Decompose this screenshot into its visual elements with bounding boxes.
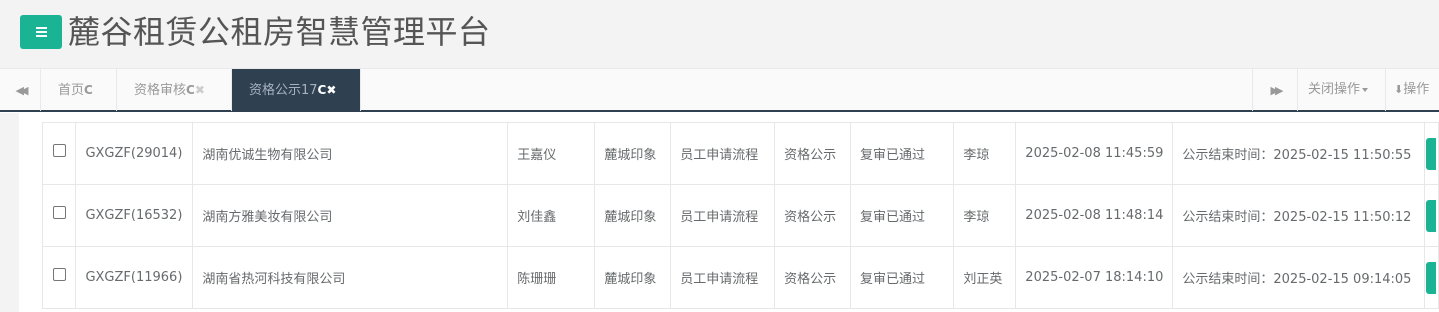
project-name: 麓城印象 — [594, 122, 672, 185]
review-status: 复审已通过 — [849, 122, 955, 185]
tab-label: 资格公示17 — [249, 83, 318, 98]
publicity-end-time: 公示结束时间：2025-02-15 11:50:55 — [1172, 122, 1426, 185]
tab-scroll-right-button[interactable]: ▶▶ — [1252, 69, 1297, 111]
submit-time: 2025-02-08 11:48:14 — [1015, 184, 1174, 247]
action-cell — [1424, 246, 1439, 309]
row-action-button[interactable] — [1426, 262, 1437, 294]
publicity-end-time: 公示结束时间：2025-02-15 11:50:12 — [1172, 184, 1426, 247]
top-header: 麓谷租赁公租房智慧管理平台 — [0, 0, 1439, 68]
applicant-name: 陈珊珊 — [507, 246, 596, 309]
review-status: 复审已通过 — [849, 246, 955, 309]
table-panel: GXGZF(29014) 湖南优诚生物有限公司 王嘉仪 麓城印象 员工申请流程 资格公示复… — [19, 113, 1439, 312]
tab-label: 首页 — [58, 83, 85, 98]
stage-name: 资格公示 — [774, 184, 851, 247]
project-name: 麓城印象 — [594, 184, 672, 247]
publicity-table: GXGZF(29014) 湖南优诚生物有限公司 王嘉仪 麓城印象 员工申请流程 资格公示复… — [41, 122, 1439, 309]
tab-qualification-review[interactable]: 资格审核C✖ — [117, 69, 232, 111]
close-operations-label: 关闭操作 — [1308, 82, 1361, 97]
flow-name: 员工申请流程 — [670, 246, 776, 309]
tab-label: 资格审核 — [134, 83, 187, 98]
handler-name: 李琼 — [953, 184, 1017, 247]
menu-toggle-button[interactable] — [20, 15, 62, 49]
menu-icon-bar — [36, 35, 47, 37]
stage-name: 资格公示 — [774, 122, 851, 185]
checkbox-cell — [41, 184, 77, 247]
table-row: GXGZF(16532) 湖南方雅美妆有限公司 刘佳鑫 麓城印象 员工申请流程 资格公示复… — [41, 184, 1439, 247]
table-row: GXGZF(29014) 湖南优诚生物有限公司 王嘉仪 麓城印象 员工申请流程 资格公示复… — [41, 122, 1439, 185]
submit-time: 2025-02-07 18:14:10 — [1015, 246, 1174, 309]
tab-bar: ◀◀ 首页C 资格审核C✖ 资格公示17C✖ ▶▶ 关闭操作 ⬇操作 — [0, 68, 1439, 112]
tab-home[interactable]: 首页C — [41, 69, 117, 111]
operations-label: 操作 — [1403, 82, 1430, 97]
publicity-end-time: 公示结束时间：2025-02-15 09:14:05 — [1172, 246, 1426, 309]
flow-name: 员工申请流程 — [670, 122, 776, 185]
action-cell — [1424, 184, 1439, 247]
row-checkbox[interactable] — [52, 206, 66, 219]
menu-icon-bar — [36, 31, 47, 33]
company-name: 湖南优诚生物有限公司 — [192, 122, 509, 185]
close-icon[interactable]: ✖ — [195, 83, 205, 97]
row-code: GXGZF(11966) — [75, 246, 194, 309]
project-name: 麓城印象 — [594, 246, 672, 309]
tab-qualification-publicity[interactable]: 资格公示17C✖ — [232, 69, 361, 111]
company-name: 湖南方雅美妆有限公司 — [192, 184, 509, 247]
operations-button[interactable]: ⬇操作 — [1385, 69, 1439, 111]
checkbox-cell — [41, 122, 77, 185]
action-cell — [1424, 122, 1439, 185]
app-title: 麓谷租赁公租房智慧管理平台 — [68, 13, 491, 51]
refresh-icon[interactable]: C — [186, 83, 195, 97]
row-code: GXGZF(16532) — [75, 184, 194, 247]
row-code: GXGZF(29014) — [75, 122, 194, 185]
row-checkbox[interactable] — [52, 268, 66, 281]
review-status: 复审已通过 — [849, 184, 955, 247]
applicant-name: 刘佳鑫 — [507, 184, 596, 247]
download-icon: ⬇ — [1394, 83, 1404, 96]
applicant-name: 王嘉仪 — [507, 122, 596, 185]
refresh-icon[interactable]: C — [84, 83, 93, 97]
row-action-button[interactable] — [1426, 138, 1437, 170]
checkbox-cell — [41, 246, 77, 309]
close-operations-dropdown[interactable]: 关闭操作 — [1297, 69, 1385, 111]
submit-time: 2025-02-08 11:45:59 — [1015, 122, 1174, 185]
menu-icon — [36, 27, 47, 29]
double-chevron-right-icon: ▶▶ — [1270, 83, 1284, 97]
table-row: GXGZF(11966) 湖南省热河科技有限公司 陈珊珊 麓城印象 员工申请流程 资格公示… — [41, 246, 1439, 309]
flow-name: 员工申请流程 — [670, 184, 776, 247]
stage-name: 资格公示 — [774, 246, 851, 309]
close-icon[interactable]: ✖ — [326, 83, 336, 97]
company-name: 湖南省热河科技有限公司 — [192, 246, 509, 309]
tab-scroll-left-button[interactable]: ◀◀ — [0, 69, 41, 111]
row-action-button[interactable] — [1426, 200, 1437, 232]
handler-name: 刘正英 — [953, 246, 1017, 309]
double-chevron-left-icon: ◀◀ — [15, 83, 29, 97]
row-checkbox[interactable] — [52, 144, 66, 157]
handler-name: 李琼 — [953, 122, 1017, 185]
content-area: GXGZF(29014) 湖南优诚生物有限公司 王嘉仪 麓城印象 员工申请流程 资格公示复… — [0, 113, 1439, 312]
caret-down-icon — [1362, 87, 1369, 92]
